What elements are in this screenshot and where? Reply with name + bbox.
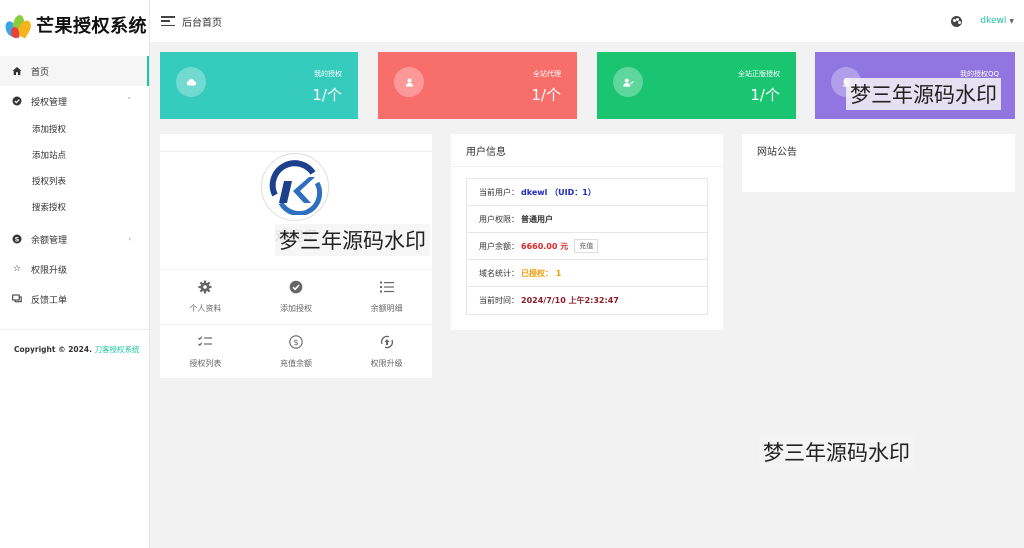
sidebar-item-home[interactable]: 首页 (0, 56, 149, 86)
shortcut-auth-list[interactable]: 授权列表 (160, 325, 251, 379)
stat-label: 全站代理 (533, 70, 561, 78)
shortcut-add-auth[interactable]: 添加授权 (251, 270, 342, 324)
stat-card-agents[interactable]: 全站代理 1/个 (378, 52, 577, 119)
shortcut-label: 权限升级 (370, 359, 403, 368)
check-circle-icon (12, 96, 22, 106)
watermark: 梦三年源码水印 (275, 224, 430, 256)
logo[interactable]: 芒果授权系统 (0, 0, 149, 50)
profile-panel: 欢迎您 个人资料 添加授权 余额明细 (160, 134, 432, 378)
chevron-down-icon: ˅ (127, 97, 132, 105)
stat-label: 我的授权 (314, 70, 342, 78)
sidebar: 芒果授权系统 首页 授权管理 ˅ 添加授权 添加站点 授权列表 搜索授权 S 余… (0, 0, 150, 548)
info-row-balance: 用户余额： 6660.00 元 充值 (467, 233, 707, 260)
badge-check-icon (289, 280, 303, 298)
shortcut-label: 授权列表 (189, 359, 222, 368)
header-right: dkewl ▼ (951, 0, 1014, 42)
sidebar-subitem-auth-list[interactable]: 授权列表 (0, 168, 149, 194)
palette-icon[interactable] (951, 15, 963, 27)
info-value: 普通用户 (521, 214, 553, 224)
user-info-title: 用户信息 (451, 134, 723, 167)
task-list-icon (198, 335, 213, 353)
shortcut-grid: 个人资料 添加授权 余额明细 授权列表 $ 充值余额 权限升级 (160, 269, 432, 379)
info-value: dkewl （UID：1） (521, 187, 596, 197)
sidebar-item-label: 反馈工单 (31, 295, 68, 306)
shortcut-upgrade[interactable]: 权限升级 (341, 325, 432, 379)
notice-panel: 网站公告 (742, 134, 1015, 192)
chevron-right-icon: › (128, 235, 131, 243)
stat-value: 1/个 (531, 86, 561, 104)
profile-panel-top (160, 134, 432, 152)
menu-toggle-icon[interactable] (161, 16, 175, 26)
page-title: 后台首页 (182, 17, 222, 29)
dollar-icon: $ (289, 335, 303, 353)
cloud-icon (176, 67, 206, 97)
shortcut-label: 余额明细 (370, 304, 403, 313)
shortcut-label: 添加授权 (280, 304, 312, 313)
shortcut-profile[interactable]: 个人资料 (160, 270, 251, 324)
info-row-domain-stats: 域名统计： 已授权： 1 (467, 260, 707, 287)
sidebar-nav: 首页 授权管理 ˅ 添加授权 添加站点 授权列表 搜索授权 S 余额管理 › ☆… (0, 56, 149, 314)
star-icon: ☆ (12, 264, 22, 274)
copyright-text: Copyright © 2024. (14, 345, 92, 354)
info-value: 6660.00 元 (521, 241, 569, 251)
user-check-icon (613, 67, 643, 97)
sidebar-item-label: 授权管理 (31, 97, 68, 108)
info-key: 域名统计： (479, 268, 519, 278)
shortcut-row: 个人资料 添加授权 余额明细 (160, 269, 432, 324)
info-value: 2024/7/10 上午2:32:47 (521, 296, 619, 305)
sidebar-item-auth-management[interactable]: 授权管理 ˅ (0, 86, 149, 116)
app-title: 芒果授权系统 (36, 16, 147, 37)
user-info-panel: 用户信息 当前用户： dkewl （UID：1） 用户权限： 普通用户 用户余额… (451, 134, 723, 330)
info-key: 当前用户： (479, 187, 519, 197)
sidebar-item-label: 余额管理 (31, 235, 68, 246)
info-key: 用户余额： (479, 241, 519, 251)
info-key: 当前时间： (479, 296, 519, 305)
stat-card-licensed[interactable]: 全站正版授权 1/个 (597, 52, 796, 119)
user-icon (394, 67, 424, 97)
info-value: 已授权： 1 (521, 268, 562, 278)
stat-value: 1/个 (312, 86, 342, 104)
sidebar-subitem-add-auth[interactable]: 添加授权 (0, 116, 149, 142)
home-icon (12, 66, 22, 76)
sidebar-item-label: 权限升级 (31, 265, 68, 276)
sidebar-subitem-search-auth[interactable]: 搜索授权 (0, 194, 149, 220)
list-icon (379, 280, 394, 298)
stat-value: 1/个 (750, 86, 780, 104)
recharge-button[interactable]: 充值 (574, 239, 599, 253)
sidebar-item-balance[interactable]: S 余额管理 › (0, 224, 149, 254)
copyright-brand-link[interactable]: 刀客授权系统 (95, 345, 140, 354)
copyright: Copyright © 2024. 刀客授权系统 (0, 330, 149, 355)
sidebar-subitem-add-site[interactable]: 添加站点 (0, 142, 149, 168)
user-info-table: 当前用户： dkewl （UID：1） 用户权限： 普通用户 用户余额： 666… (466, 178, 708, 315)
shortcut-recharge[interactable]: $ 充值余额 (251, 325, 342, 379)
sidebar-item-feedback[interactable]: 反馈工单 (0, 284, 149, 314)
svg-text:S: S (15, 235, 20, 243)
info-key: 用户权限： (479, 214, 519, 224)
comment-icon (12, 294, 22, 304)
sidebar-item-upgrade[interactable]: ☆ 权限升级 (0, 254, 149, 284)
skype-icon: S (12, 234, 22, 244)
shortcut-row: 授权列表 $ 充值余额 权限升级 (160, 324, 432, 379)
stat-label: 全站正版授权 (738, 70, 780, 78)
info-row-current-time: 当前时间： 2024/7/10 上午2:32:47 (467, 287, 707, 314)
info-row-permission: 用户权限： 普通用户 (467, 206, 707, 233)
avatar-logo-icon (269, 160, 323, 215)
stat-card-my-auth[interactable]: 我的授权 1/个 (160, 52, 358, 119)
upgrade-icon (380, 335, 394, 353)
user-menu[interactable]: dkewl (980, 16, 1006, 26)
watermark: 梦三年源码水印 (846, 78, 1001, 110)
watermark: 梦三年源码水印 (759, 436, 914, 468)
info-row-current-user: 当前用户： dkewl （UID：1） (467, 179, 707, 206)
caret-down-icon[interactable]: ▼ (1009, 18, 1014, 25)
notice-title: 网站公告 (757, 147, 797, 158)
mango-logo-icon (3, 11, 34, 39)
gear-icon (198, 280, 212, 298)
shortcut-label: 个人资料 (189, 304, 222, 313)
shortcut-label: 充值余额 (280, 359, 312, 368)
avatar (261, 153, 329, 221)
sidebar-item-label: 首页 (31, 67, 50, 78)
shortcut-balance-detail[interactable]: 余额明细 (341, 270, 432, 324)
svg-text:$: $ (293, 338, 298, 347)
top-header: 后台首页 dkewl ▼ (150, 0, 1024, 42)
